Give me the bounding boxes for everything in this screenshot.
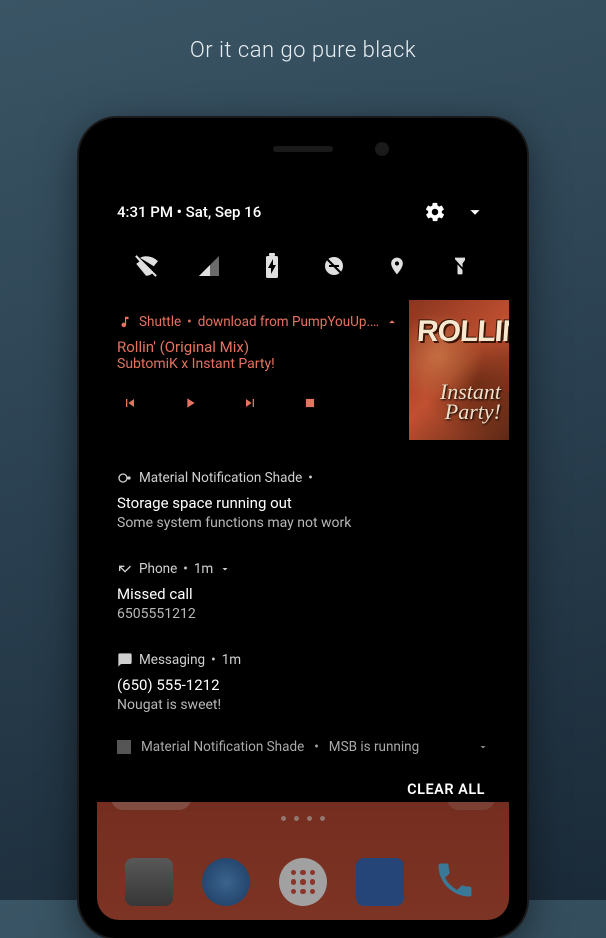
messaging-body: Nougat is sweet! (117, 697, 489, 713)
play-button[interactable] (181, 394, 199, 412)
screen: 4:31 PM • Sat, Sep 16 (97, 180, 509, 920)
status-time-date: 4:31 PM • Sat, Sep 16 (117, 203, 409, 221)
running-text: MSB is running (329, 739, 419, 755)
music-note-icon (117, 314, 133, 330)
message-icon (117, 652, 133, 668)
phone-frame: 4:31 PM • Sat, Sep 16 (79, 118, 527, 938)
location-icon[interactable] (383, 252, 411, 280)
collapse-icon[interactable] (385, 315, 399, 329)
dock-camera-icon[interactable] (125, 858, 173, 906)
quick-settings-row (97, 240, 509, 300)
expand-button[interactable] (461, 198, 489, 226)
clear-all-button[interactable]: CLEAR ALL (407, 781, 485, 798)
stop-button[interactable] (301, 394, 319, 412)
promo-caption: Or it can go pure black (0, 0, 606, 63)
settings-button[interactable] (421, 198, 449, 226)
dock-browser-icon[interactable] (202, 858, 250, 906)
dnd-off-icon[interactable] (320, 252, 348, 280)
messaging-notif-header: Messaging • 1m (117, 652, 489, 668)
music-artist: SubtomiK x Instant Party! (117, 356, 399, 372)
messaging-time-label: 1m (222, 652, 241, 668)
clear-all-row: CLEAR ALL (97, 765, 509, 814)
music-app-label: Shuttle (139, 314, 181, 330)
expand-icon[interactable] (219, 563, 231, 575)
missed-call-number: 6505551212 (117, 606, 489, 622)
missed-call-title: Missed call (117, 585, 489, 603)
expand-icon[interactable] (477, 741, 489, 753)
running-notification[interactable]: Material Notification Shade • MSB is run… (97, 729, 509, 765)
music-track-title: Rollin' (Original Mix) (117, 338, 399, 356)
music-notif-header: Shuttle • download from PumpYouUp.… (117, 314, 399, 330)
previous-button[interactable] (121, 394, 139, 412)
notification-shade: 4:31 PM • Sat, Sep 16 (97, 180, 509, 802)
wifi-off-icon[interactable] (132, 252, 160, 280)
next-button[interactable] (241, 394, 259, 412)
messaging-notification[interactable]: Messaging • 1m (650) 555-1212 Nougat is … (97, 638, 509, 729)
speaker-grille (273, 146, 333, 152)
storage-sub: Some system functions may not work (117, 515, 489, 531)
storage-app-label: Material Notification Shade (139, 470, 302, 486)
phone-app-label: Phone (139, 561, 177, 577)
page-indicator (281, 816, 325, 821)
phone-notification[interactable]: Phone • 1m Missed call 6505551212 (97, 547, 509, 638)
dock-phone-icon[interactable] (433, 858, 481, 906)
music-source-label: download from PumpYouUp.… (198, 314, 379, 330)
shade-header: 4:31 PM • Sat, Sep 16 (97, 180, 509, 240)
dock-contacts-icon[interactable] (356, 858, 404, 906)
alert-icon (117, 470, 133, 486)
front-sensor (375, 142, 389, 156)
signal-icon[interactable] (195, 252, 223, 280)
media-controls (117, 394, 399, 412)
album-art: ROLLIN Instant Party! (409, 300, 509, 440)
storage-notif-header: Material Notification Shade • (117, 470, 489, 486)
app-icon-placeholder (117, 740, 131, 754)
battery-charging-icon[interactable] (258, 252, 286, 280)
messaging-from: (650) 555-1212 (117, 676, 489, 694)
music-notification[interactable]: Shuttle • download from PumpYouUp.… Roll… (97, 300, 509, 456)
storage-title: Storage space running out (117, 494, 489, 512)
running-app-label: Material Notification Shade (141, 739, 304, 755)
missed-call-icon (117, 561, 133, 577)
messaging-app-label: Messaging (139, 652, 205, 668)
phone-time-label: 1m (194, 561, 213, 577)
storage-notification[interactable]: Material Notification Shade • Storage sp… (97, 456, 509, 547)
dock-apps-icon[interactable] (279, 858, 327, 906)
phone-notif-header: Phone • 1m (117, 561, 489, 577)
flashlight-off-icon[interactable] (446, 252, 474, 280)
